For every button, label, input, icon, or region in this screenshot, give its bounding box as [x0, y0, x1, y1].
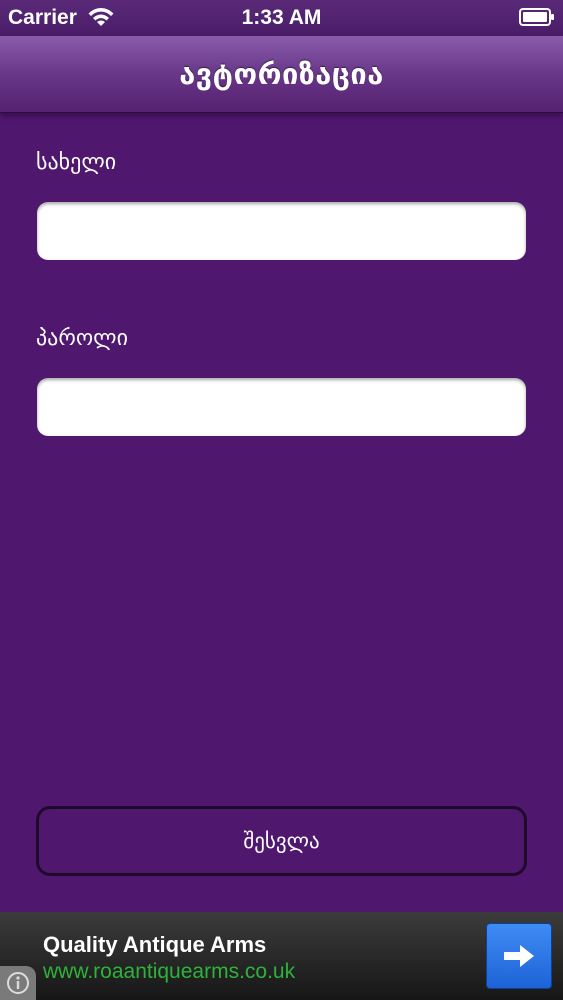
login-button[interactable]: შესვლა: [36, 806, 527, 876]
status-time: 1:33 AM: [241, 6, 322, 29]
username-input[interactable]: [37, 202, 526, 260]
ad-banner[interactable]: Quality Antique Arms www.roaantiquearms.…: [0, 912, 563, 1000]
password-input[interactable]: [37, 378, 526, 436]
password-label: პაროლი: [36, 326, 128, 351]
status-bar: Carrier 1:33 AM: [0, 0, 563, 36]
ad-title[interactable]: Quality Antique Arms: [43, 932, 266, 958]
ad-info-button[interactable]: [0, 966, 36, 1000]
username-label: სახელი: [36, 150, 117, 175]
login-screen: Carrier 1:33 AM ავტორიზაცია სახელი პაროლ…: [0, 0, 563, 1000]
navigation-bar: ავტორიზაცია: [0, 36, 563, 113]
page-title: ავტორიზაცია: [179, 57, 384, 91]
ad-open-button[interactable]: [486, 923, 552, 989]
ad-url[interactable]: www.roaantiquearms.co.uk: [43, 960, 295, 984]
info-icon: [7, 972, 29, 994]
arrow-right-icon: [504, 945, 534, 967]
battery-icon: [519, 8, 554, 26]
